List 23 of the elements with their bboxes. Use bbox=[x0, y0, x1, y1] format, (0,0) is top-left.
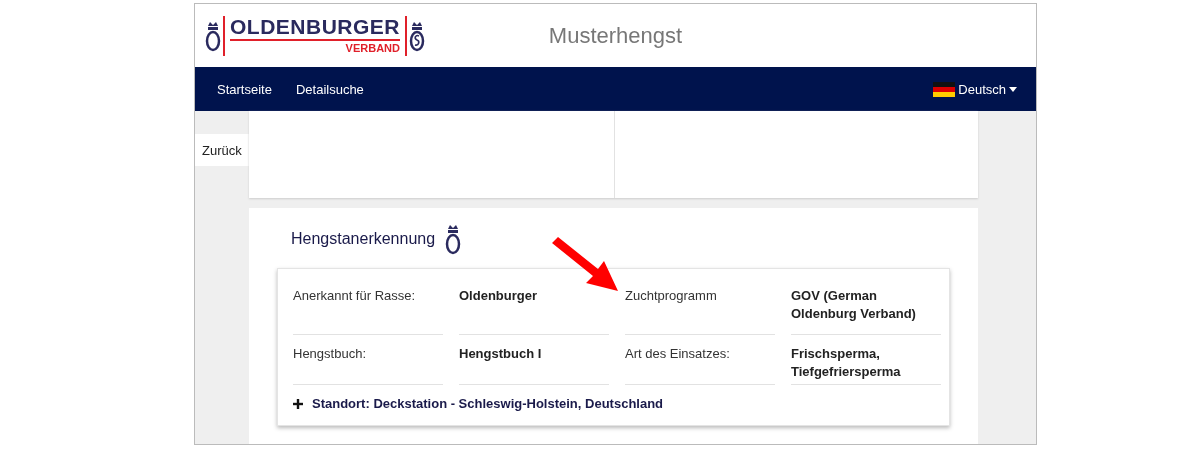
crown-icon bbox=[409, 19, 425, 52]
nav-link[interactable]: Startseite bbox=[217, 77, 272, 101]
back-tab[interactable]: Zurück bbox=[195, 134, 249, 166]
field-label: Anerkannt für Rasse: bbox=[293, 288, 416, 303]
field-value: Hengstbuch I bbox=[459, 346, 542, 361]
logo-text: OLDENBURGER bbox=[230, 16, 400, 41]
flag-icon bbox=[933, 81, 956, 97]
field-value: Oldenburger bbox=[459, 288, 537, 303]
field-label: Hengstbuch: bbox=[293, 346, 366, 361]
page-title: Musterhengst bbox=[548, 22, 683, 48]
location-toggle[interactable]: Standort: Deckstation - Schleswig-Holstein, Deutschland bbox=[293, 396, 664, 411]
section-title: Hengstanerkennung bbox=[291, 230, 436, 248]
field-value: GOV (German Oldenburg Verband) bbox=[791, 288, 916, 321]
crown-icon bbox=[205, 19, 221, 52]
language-dropdown[interactable]: Deutsch bbox=[933, 79, 1017, 99]
crown-icon bbox=[445, 223, 462, 255]
nav-link[interactable]: Detailsuche bbox=[295, 77, 364, 101]
field-label: Zuchtprogramm bbox=[625, 288, 717, 303]
caret-icon bbox=[1009, 86, 1017, 92]
field-value: Frischsperma, Tiefgefriersperma bbox=[791, 346, 901, 379]
logo-subtext: VERBAND bbox=[345, 41, 400, 55]
annotation-arrow bbox=[550, 237, 620, 292]
field-label: Art des Einsatzes: bbox=[625, 346, 730, 361]
